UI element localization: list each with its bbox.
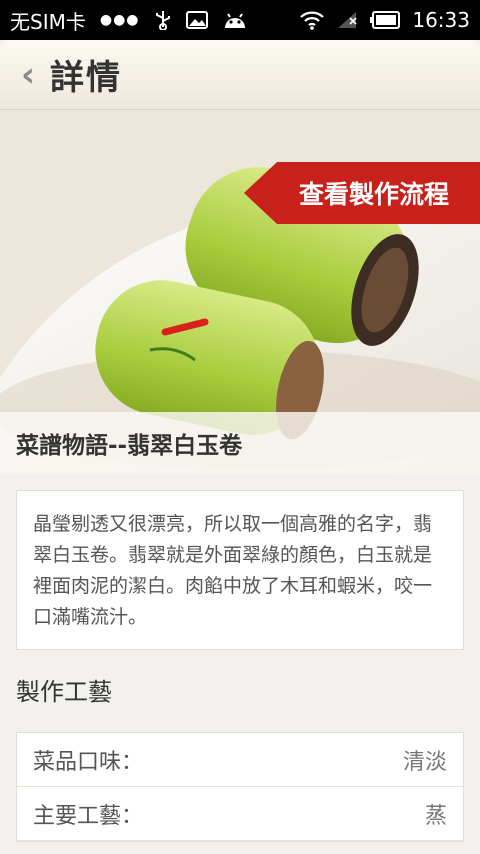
- carrier-label: 无SIM卡: [10, 9, 86, 34]
- page-title: 詳情: [50, 58, 122, 98]
- craft-section-heading: 製作工藝: [16, 678, 112, 706]
- description-card: 晶瑩剔透又很漂亮，所以取一個高雅的名字，翡翠白玉卷。翡翠就是外面翠綠的顏色，白玉…: [16, 490, 464, 650]
- back-chevron-icon: ‹: [20, 54, 35, 95]
- android-icon: [222, 10, 248, 30]
- attr-row-flavor: 菜品口味： 清淡: [17, 733, 463, 787]
- back-button[interactable]: ‹: [14, 55, 42, 95]
- attr-label: 主要工藝：: [33, 803, 144, 829]
- more-dots-icon: ●●●: [99, 12, 140, 28]
- image-icon: [185, 11, 208, 29]
- craft-attributes-table: 菜品口味： 清淡 主要工藝： 蒸: [16, 732, 464, 842]
- wifi-icon: [300, 10, 325, 30]
- attr-label: 菜品口味：: [33, 749, 144, 775]
- usb-icon: [154, 10, 172, 30]
- view-process-button[interactable]: 查看製作流程: [244, 162, 480, 224]
- status-bar: 无SIM卡 ●●● 16:33: [0, 0, 480, 40]
- battery-icon: [370, 11, 401, 29]
- clock: 16:33: [412, 8, 470, 32]
- description-text: 晶瑩剔透又很漂亮，所以取一個高雅的名字，翡翠白玉卷。翡翠就是外面翠綠的顏色，白玉…: [33, 513, 433, 628]
- hero-image-area: 查看製作流程 菜譜物語--翡翠白玉卷: [0, 110, 480, 474]
- title-bar: ‹ 詳情: [0, 40, 480, 110]
- attr-row-technique: 主要工藝： 蒸: [17, 787, 463, 841]
- signal-icon: [336, 10, 358, 30]
- dish-caption-bar: 菜譜物語--翡翠白玉卷: [0, 412, 480, 474]
- dish-name: 菜譜物語--翡翠白玉卷: [16, 433, 243, 459]
- attr-value: 蒸: [424, 803, 447, 829]
- attr-value: 清淡: [402, 749, 447, 775]
